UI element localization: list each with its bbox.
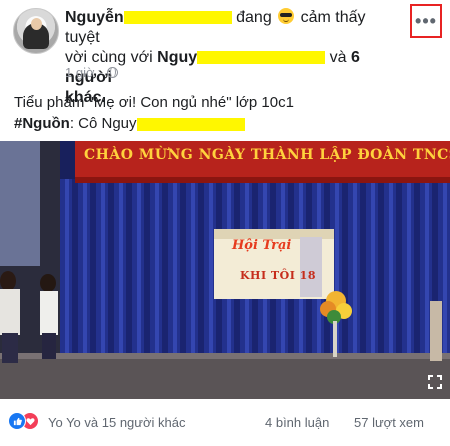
redaction-bar (136, 117, 245, 131)
feeling-word: đang (236, 9, 272, 26)
poster-subtitle: KHI TÔI 18 (240, 269, 316, 282)
tagged-connector: và (329, 49, 347, 66)
more-options-button[interactable]: ••• (410, 4, 442, 38)
video-banner-text: CHÀO MỪNG NGÀY THÀNH LẬP ĐOÀN TNCS HỒ CH… (84, 147, 450, 163)
sunglasses-emoji-icon (278, 8, 295, 24)
caption-line: Tiểu phẩm "Mẹ ơi! Con ngủ nhé" lớp 10c1 (14, 94, 294, 111)
redaction-bar (123, 11, 232, 25)
source-hashtag[interactable]: #Nguồn (14, 115, 70, 132)
comments-count[interactable]: 4 bình luận (265, 415, 329, 430)
redaction-bar (197, 51, 326, 65)
video-frame (0, 141, 450, 399)
reactions-count[interactable]: Yo Yo và 15 người khác (48, 415, 185, 430)
poster-title: Hội Trại (232, 238, 292, 253)
post-meta: 1 giờ · (65, 65, 118, 80)
ellipsis-icon: ••• (415, 10, 437, 31)
tagged-person-name[interactable]: Nguy (157, 49, 326, 66)
views-count[interactable]: 57 lượt xem (354, 415, 424, 430)
fullscreen-icon[interactable] (428, 375, 442, 389)
post-header: Nguyễn đang cảm thấy tuyệt vời cùng với … (0, 0, 450, 106)
post-timestamp[interactable]: 1 giờ (65, 65, 95, 80)
caption-source-line: #Nguồn: Cô Nguy (14, 113, 434, 134)
avatar-face (31, 18, 42, 30)
video-player[interactable]: CHÀO MỪNG NGÀY THÀNH LẬP ĐOÀN TNCS HỒ CH… (0, 141, 450, 399)
author-name[interactable]: Nguyễn (65, 9, 232, 26)
source-text: : Cô Nguy (69, 115, 137, 132)
post-caption: Tiểu phẩm "Mẹ ơi! Con ngủ nhé" lớp 10c1 … (14, 92, 434, 134)
globe-icon (106, 67, 118, 78)
post-footer: Yo Yo và 15 người khác 4 bình luận 57 lư… (0, 410, 450, 434)
like-reaction-icon (8, 412, 26, 430)
author-avatar[interactable] (13, 8, 59, 54)
reaction-icons[interactable] (8, 412, 39, 430)
with-text: vời cùng với (65, 49, 153, 66)
